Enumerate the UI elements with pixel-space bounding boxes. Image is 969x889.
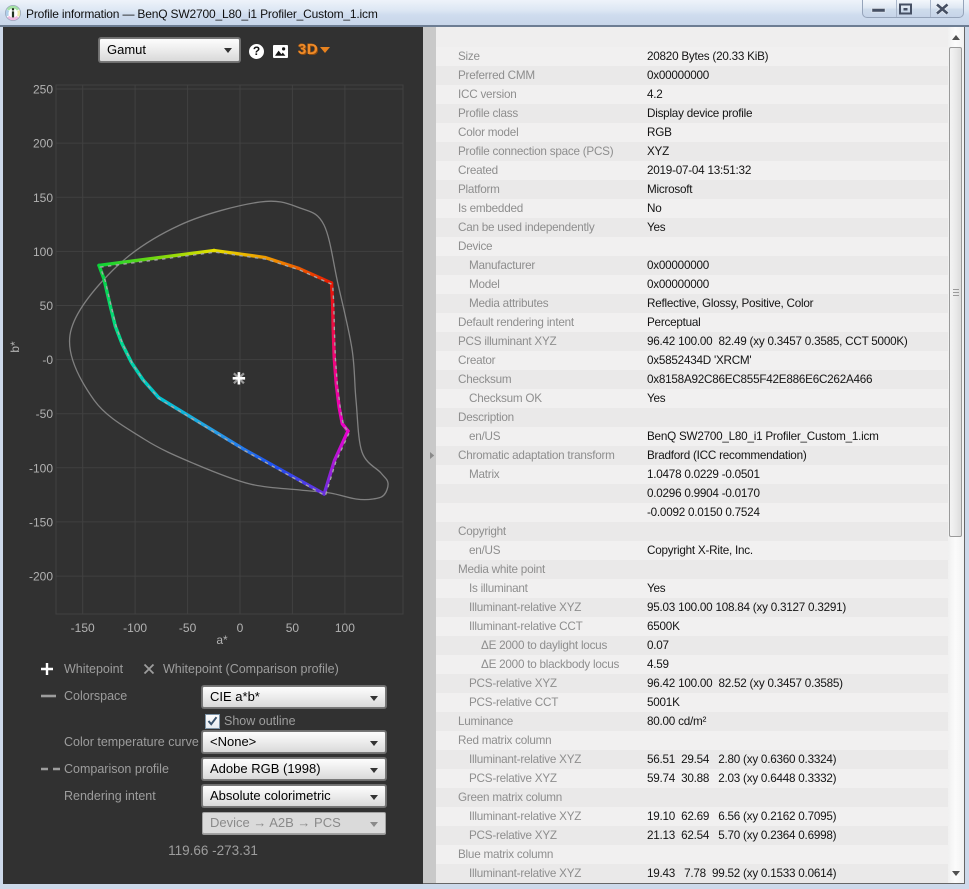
svg-text:-50: -50 (179, 621, 197, 635)
svg-text:200: 200 (33, 137, 53, 151)
svg-text:-200: -200 (29, 570, 53, 584)
svg-text:250: 250 (33, 83, 53, 97)
svg-text:a*: a* (216, 633, 228, 647)
svg-text:-100: -100 (29, 461, 53, 475)
svg-text:-0: -0 (42, 353, 53, 367)
svg-text:100: 100 (335, 621, 355, 635)
svg-text:-50: -50 (36, 407, 54, 421)
svg-text:150: 150 (33, 191, 53, 205)
svg-text:50: 50 (286, 621, 300, 635)
svg-text:b*: b* (8, 341, 22, 353)
svg-text:0: 0 (237, 621, 244, 635)
svg-text:50: 50 (40, 299, 54, 313)
svg-text:100: 100 (33, 245, 53, 259)
svg-text:-100: -100 (123, 621, 147, 635)
svg-text:-150: -150 (29, 515, 53, 529)
svg-text:-150: -150 (71, 621, 95, 635)
